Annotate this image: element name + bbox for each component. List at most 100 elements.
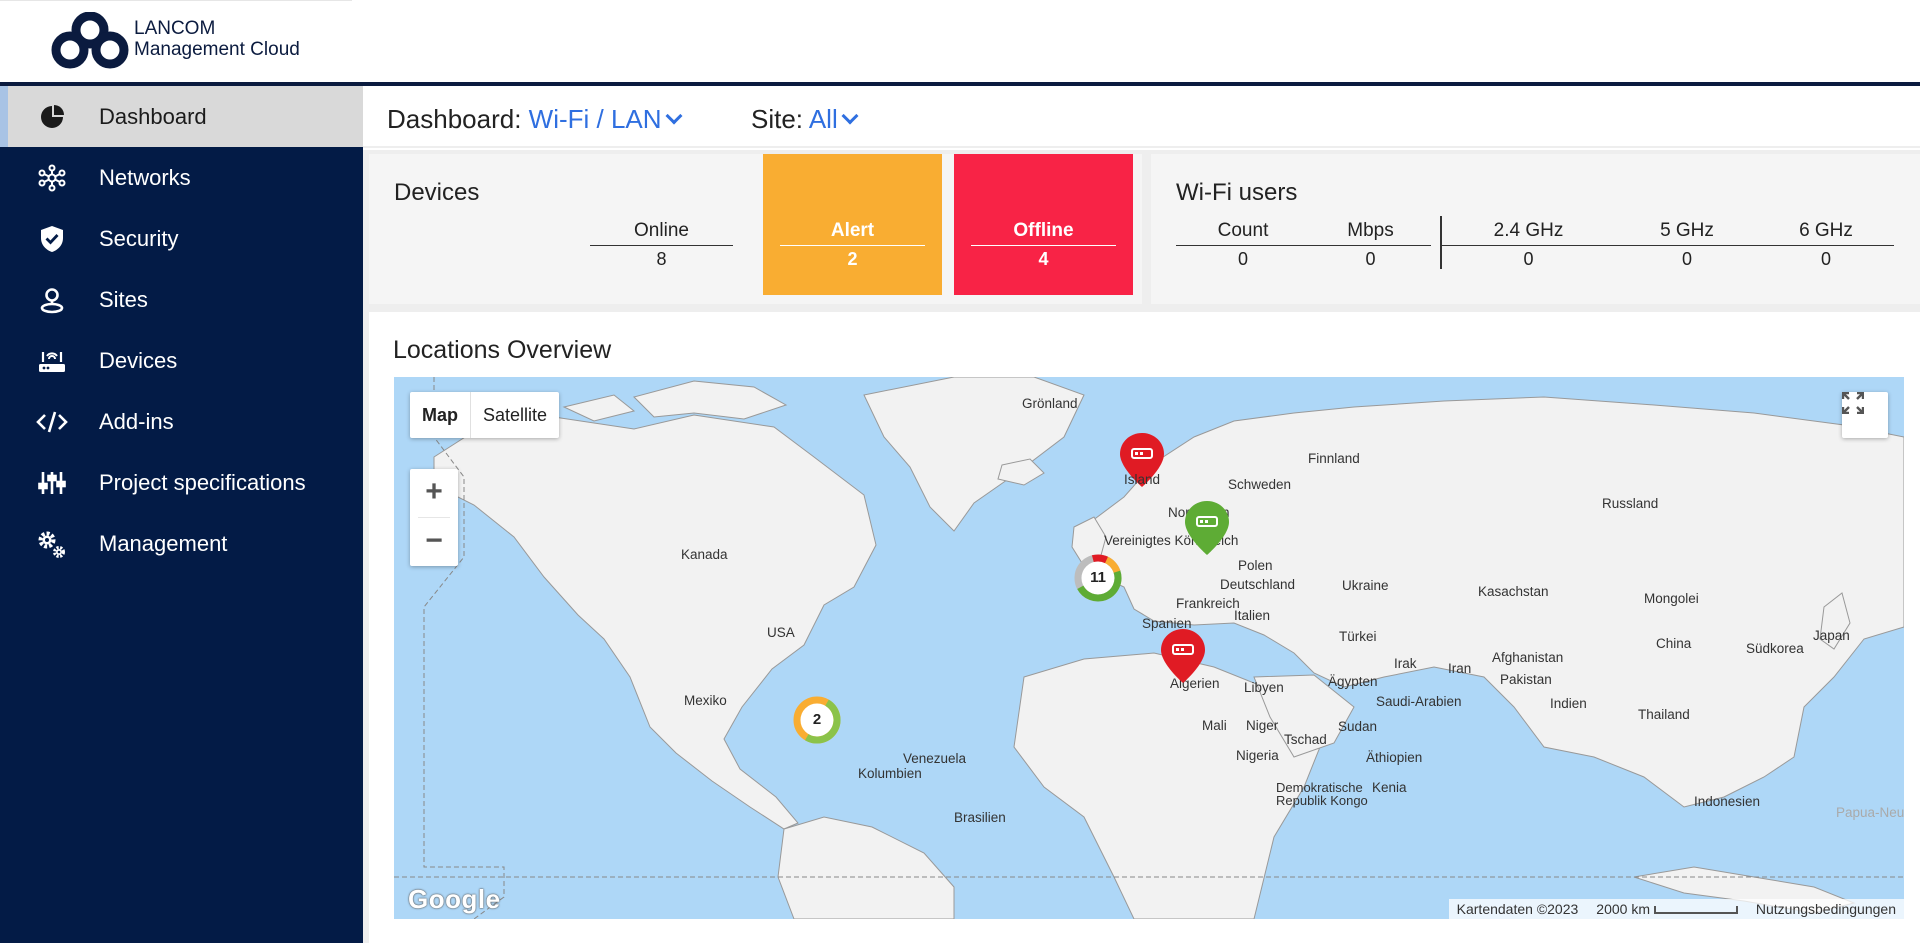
map-terms-link[interactable]: Nutzungsbedingungen (1756, 901, 1896, 917)
fullscreen-button[interactable] (1842, 392, 1888, 438)
offline-value: 4 (1038, 249, 1049, 269)
brand-line-2: Management Cloud (134, 39, 300, 60)
map-label-poland: Polen (1238, 558, 1273, 573)
online-label: Online (590, 219, 733, 246)
map-label-india: Indien (1550, 696, 1587, 711)
sidebar-item-label: Sites (99, 286, 148, 312)
device-cluster-europe[interactable]: 11 (1073, 553, 1123, 603)
map-label-thailand: Thailand (1638, 707, 1690, 722)
map-label-afghanistan: Afghanistan (1492, 650, 1564, 665)
map-label-canada: Kanada (681, 547, 728, 562)
site-dropdown-value: All (808, 104, 838, 134)
map-label-china: China (1656, 636, 1692, 651)
map-data-credit[interactable]: Kartendaten ©2023 (1457, 901, 1579, 917)
map-label-kenya: Kenia (1372, 780, 1407, 795)
world-map[interactable]: Grönland Finnland Schweden Norwegen Russ… (394, 377, 1904, 919)
sidebar-item-dashboard[interactable]: Dashboard (0, 86, 363, 147)
map-label-ukraine: Ukraine (1342, 578, 1389, 593)
map-label-sweden: Schweden (1228, 477, 1292, 492)
fullscreen-icon (1842, 392, 1864, 414)
map-label-colombia: Kolumbien (858, 766, 922, 781)
offline-stat: Offline 4 (971, 219, 1116, 272)
devices-online-stat[interactable]: Online 8 (590, 219, 733, 272)
shield-check-icon (36, 223, 68, 255)
map-label-turkey: Türkei (1339, 629, 1377, 644)
offline-label: Offline (971, 219, 1116, 246)
map-label-mali: Mali (1202, 718, 1227, 733)
map-label-niger: Niger (1246, 718, 1279, 733)
wifi-24ghz-value: 0 (1523, 249, 1534, 269)
land-south-america (777, 816, 955, 919)
brand-name: LANCOM Management Cloud (134, 18, 300, 60)
sidebar-item-devices[interactable]: Devices (0, 330, 363, 391)
sidebar-item-project-specifications[interactable]: Project specifications (0, 452, 363, 513)
logo-bar: LANCOM Management Cloud (0, 0, 1920, 82)
dashboard-dropdown[interactable]: Wi-Fi / LAN (529, 104, 683, 134)
map-label-mongolia: Mongolei (1644, 591, 1699, 606)
device-cluster-caribbean[interactable]: 2 (792, 695, 842, 745)
map-scale[interactable]: 2000 km (1596, 901, 1738, 917)
map-label-italy: Italien (1234, 608, 1271, 623)
wifi-count-label: Count (1176, 219, 1310, 246)
sidebar-item-management[interactable]: Management (0, 513, 363, 574)
map-label-indonesia: Indonesien (1694, 794, 1761, 809)
map-label-venezuela: Venezuela (903, 751, 967, 766)
wifi-5ghz-stat: 5 GHz 0 (1616, 219, 1758, 272)
dashboard-header: Dashboard: Wi-Fi / LAN Site: All (363, 86, 1920, 148)
map-type-satellite-button[interactable]: Satellite (471, 392, 559, 438)
router-icon (36, 345, 68, 377)
cluster-count: 2 (812, 711, 822, 728)
sidebar-item-sites[interactable]: Sites (0, 269, 363, 330)
wifi-6ghz-stat: 6 GHz 0 (1758, 219, 1894, 272)
devices-offline-tile[interactable]: Offline 4 (954, 154, 1133, 295)
device-pin-russia-west[interactable] (1183, 499, 1231, 561)
cluster-count: 11 (1090, 569, 1106, 586)
sidebar-item-label: Management (99, 530, 228, 556)
zoom-control: + − (410, 469, 458, 566)
devices-alert-tile[interactable]: Alert 2 (763, 154, 942, 295)
map-label-france: Frankreich (1176, 596, 1240, 611)
site-dropdown[interactable]: All (808, 104, 859, 134)
site-selector-label: Site: (751, 104, 804, 134)
site-selector: Site: All (751, 104, 859, 135)
sliders-icon (36, 467, 68, 499)
locations-overview-title: Locations Overview (393, 336, 612, 364)
brand-line-1: LANCOM (134, 18, 216, 39)
map-label-papua: Papua-Neuguin (1836, 805, 1904, 820)
sidebar-item-label: Devices (99, 347, 178, 373)
dashboard-selector-label: Dashboard: (387, 104, 522, 134)
map-label-kazakhstan: Kasachstan (1478, 584, 1549, 599)
map-label-south-korea: Südkorea (1746, 641, 1804, 656)
dashboard-selector: Dashboard: Wi-Fi / LAN (387, 104, 683, 135)
map-attribution: Kartendaten ©2023 2000 km Nutzungsbeding… (1448, 899, 1904, 919)
zoom-in-button[interactable]: + (410, 469, 458, 517)
map-label-saudi: Saudi-Arabien (1376, 694, 1462, 709)
sidebar-item-add-ins[interactable]: Add-ins (0, 391, 363, 452)
online-value: 8 (656, 249, 667, 269)
wifi-mbps-label: Mbps (1310, 219, 1431, 246)
wifi-6ghz-value: 0 (1820, 249, 1831, 269)
wifi-5ghz-value: 0 (1681, 249, 1692, 269)
wifi-24ghz-label: 2.4 GHz (1441, 219, 1616, 246)
wifi-mbps-stat: Mbps 0 (1310, 219, 1431, 272)
logo-divider (0, 0, 352, 1)
sidebar: Dashboard Networks Security Sites Device… (0, 86, 363, 943)
alert-value: 2 (847, 249, 858, 269)
sidebar-item-security[interactable]: Security (0, 208, 363, 269)
wifi-5ghz-label: 5 GHz (1616, 219, 1758, 246)
map-type-map-button[interactable]: Map (410, 392, 471, 438)
map-label-drc: Demokratische Republik Kongo (1276, 780, 1368, 808)
map-type-control: Map Satellite (410, 392, 560, 438)
map-label-nigeria: Nigeria (1236, 748, 1279, 763)
device-pin-turkey[interactable] (1159, 627, 1207, 689)
lancom-cloud-logo[interactable] (48, 12, 133, 70)
wifi-users-card: Wi-Fi users Count 0 Mbps 0 2.4 GHz 0 5 G… (1151, 154, 1920, 304)
map-label-russia: Russland (1602, 496, 1659, 511)
sidebar-item-label: Security (99, 225, 179, 251)
map-label-iran: Iran (1448, 661, 1472, 676)
zoom-out-button[interactable]: − (410, 518, 458, 566)
map-label-egypt: Ägypten (1328, 674, 1378, 689)
chevron-down-icon (665, 107, 683, 125)
map-label-usa: USA (767, 625, 795, 640)
sidebar-item-networks[interactable]: Networks (0, 147, 363, 208)
